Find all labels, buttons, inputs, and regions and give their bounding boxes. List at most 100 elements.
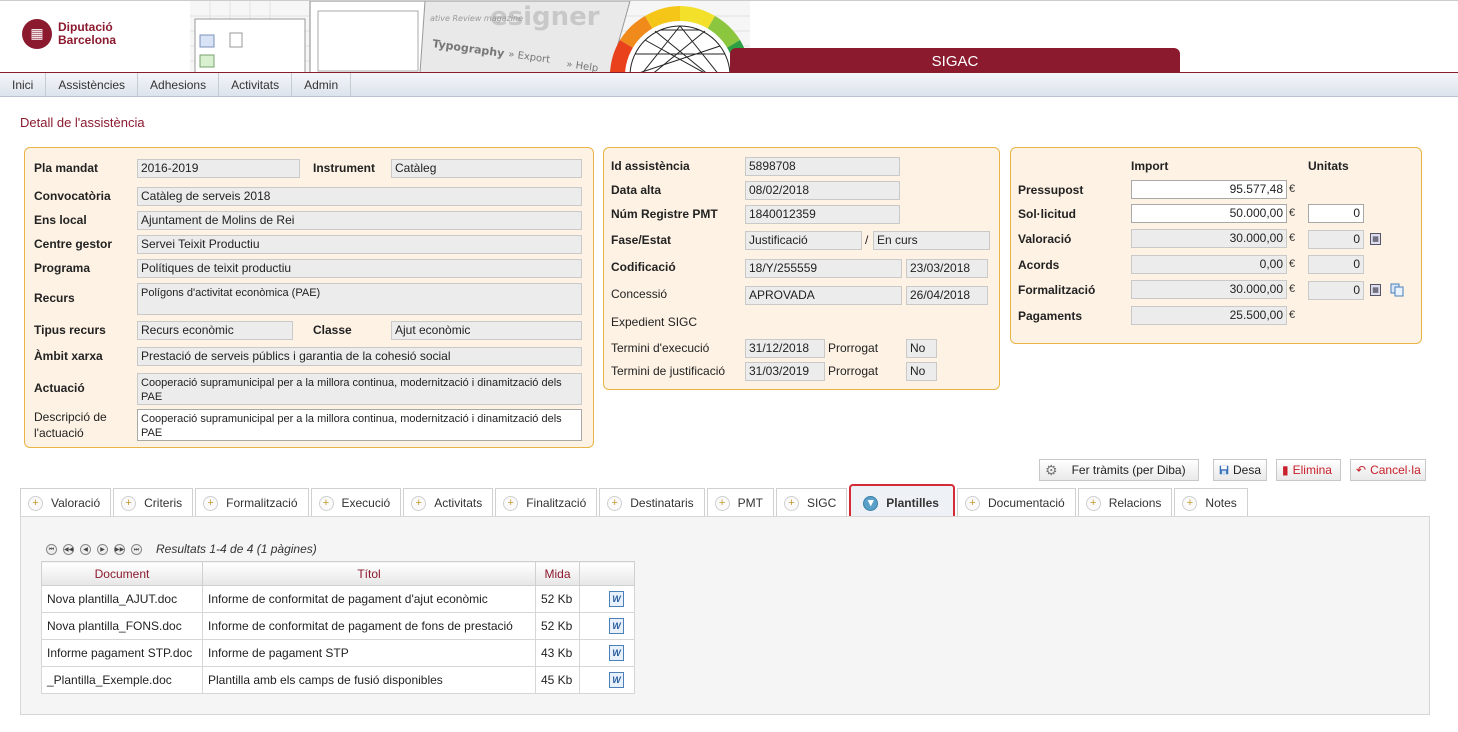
action-cell: W (579, 666, 635, 694)
concessio-field: APROVADA (745, 286, 902, 305)
delete-icon: ▮ (1282, 463, 1289, 477)
menu-item-adhesions[interactable]: Adhesions (138, 73, 220, 96)
termini-execucio-label: Termini d'execució (611, 341, 710, 355)
tab-destinataris[interactable]: + Destinataris (599, 488, 705, 517)
formalitzacio-unitats-field: 0 (1308, 281, 1364, 300)
valoracio-import-field: 30.000,00 (1131, 229, 1287, 248)
menu-item-admin[interactable]: Admin (292, 73, 352, 96)
menu-item-activitats[interactable]: Activitats (219, 73, 293, 96)
cancela-label: Cancel·la (1370, 463, 1421, 477)
word-document-icon[interactable]: W (609, 591, 624, 607)
titol-cell: Informe de conformitat de pagament de fo… (202, 612, 536, 640)
valoracio-calculator-icon[interactable]: ▦ (1370, 233, 1381, 245)
acords-import-field: 0,00 (1131, 255, 1287, 274)
ens-local-field: Ajuntament de Molins de Rei (137, 211, 582, 230)
logo-emblem-icon: ▦ (22, 19, 52, 49)
tab-finalitzacio[interactable]: + Finalització (495, 488, 598, 517)
prorrogat-execucio-field: No (906, 339, 937, 358)
elimina-label: Elimina (1292, 463, 1332, 477)
word-document-icon[interactable]: W (609, 618, 624, 634)
fase-field: Justificació (745, 231, 862, 250)
fer-tramits-button[interactable]: ⚙ Fer tràmits (per Diba) (1039, 459, 1199, 481)
document-cell: Nova plantilla_FONS.doc (41, 612, 203, 640)
deco-word-review: ative Review magazine (430, 14, 523, 23)
column-header-titol[interactable]: Títol (202, 561, 536, 586)
convocatoria-label: Convocatòria (34, 189, 111, 203)
column-header-mida[interactable]: Mida (535, 561, 580, 586)
termini-justificacio-label: Termini de justificació (611, 364, 726, 378)
plus-icon: + (203, 495, 219, 511)
sollicitud-label: Sol·licitud (1018, 207, 1076, 221)
convocatoria-field: Catàleg de serveis 2018 (137, 187, 582, 206)
diputacio-logo[interactable]: ▦ Diputació Barcelona (22, 19, 116, 49)
column-header-actions (579, 561, 635, 586)
sollicitud-import-input[interactable]: 50.000,00 (1131, 204, 1287, 223)
codificacio-date-field: 23/03/2018 (906, 259, 988, 278)
tab-label: PMT (737, 496, 763, 510)
id-assistencia-field: 5898708 (745, 157, 900, 176)
programa-label: Programa (34, 261, 91, 275)
pla-mandat-label: Pla mandat (34, 161, 99, 175)
plus-icon: + (121, 495, 137, 511)
first-page-icon[interactable]: ⏮ (46, 543, 57, 555)
pagaments-import-field: 25.500,00 (1131, 306, 1287, 325)
pressupost-label: Pressupost (1018, 183, 1084, 197)
collapse-icon: ▾ (863, 495, 879, 511)
formalitzacio-currency: € (1289, 283, 1296, 295)
recurs-label: Recurs (34, 291, 75, 305)
word-document-icon[interactable]: W (609, 645, 624, 661)
tab-notes[interactable]: + Notes (1174, 488, 1248, 517)
tab-criteris[interactable]: + Criteris (113, 488, 194, 517)
data-alta-field: 08/02/2018 (745, 181, 900, 200)
formalitzacio-import-field: 30.000,00 (1131, 280, 1287, 299)
action-cell: W (579, 639, 635, 667)
pagaments-currency: € (1289, 309, 1296, 321)
prorrogat-justificacio-label: Prorrogat (828, 364, 879, 378)
gear-icon: ⚙ (1045, 462, 1058, 478)
next-page-icon[interactable]: ▶ (97, 543, 108, 555)
header-decoration: esigner ative Review magazine Typography… (190, 1, 750, 73)
fast-forward-icon[interactable]: ▶▶ (114, 543, 125, 555)
prev-page-icon[interactable]: ◀ (80, 543, 91, 555)
tab-relacions[interactable]: + Relacions (1077, 488, 1173, 517)
plus-icon: + (1085, 495, 1101, 511)
menu-item-assistencies[interactable]: Assistències (46, 73, 139, 96)
page-title: Detall de l'assistència (20, 115, 145, 130)
num-registre-label: Núm Registre PMT (611, 207, 718, 221)
menu-item-inici[interactable]: Inici (0, 73, 47, 96)
last-page-icon[interactable]: ⏭ (131, 543, 142, 555)
word-document-icon[interactable]: W (609, 672, 624, 688)
classe-field: Ajut econòmic (391, 321, 582, 340)
sollicitud-unitats-input[interactable]: 0 (1308, 204, 1364, 223)
formalitzacio-copy-icon[interactable] (1390, 283, 1404, 297)
tab-label: Finalització (526, 496, 587, 510)
column-header-document[interactable]: Document (41, 561, 203, 586)
descripcio-label-line-2: l'actuació (34, 426, 84, 440)
elimina-button[interactable]: ▮ Elimina (1276, 459, 1341, 481)
tab-activitats[interactable]: + Activitats (403, 488, 494, 517)
termini-justificacio-field: 31/03/2019 (745, 362, 825, 381)
ens-local-label: Ens local (34, 213, 87, 227)
actuacio-field: Cooperació supramunicipal per a la millo… (137, 373, 582, 405)
centre-gestor-field: Servei Teixit Productiu (137, 235, 582, 254)
descripcio-label-line-1: Descripció de (34, 410, 107, 424)
tab-formalitzacio[interactable]: + Formalització (195, 488, 309, 517)
tab-pmt[interactable]: + PMT (706, 488, 774, 517)
formalitzacio-calculator-icon[interactable]: ▦ (1370, 284, 1381, 296)
classe-label: Classe (313, 323, 352, 337)
tab-valoracio[interactable]: + Valoració (20, 488, 112, 517)
valoracio-label: Valoració (1018, 232, 1072, 246)
tab-documentacio[interactable]: + Documentació (956, 488, 1076, 517)
cancela-button[interactable]: ↶ Cancel·la (1350, 459, 1426, 481)
actuacio-label: Actuació (34, 381, 85, 395)
codificacio-field: 18/Y/255559 (745, 259, 902, 278)
tab-sigc[interactable]: + SIGC (775, 488, 848, 517)
brand-line-2: Barcelona (58, 33, 117, 47)
descripcio-textarea[interactable]: Cooperació supramunicipal per a la millo… (137, 409, 582, 441)
fast-back-icon[interactable]: ◀◀ (63, 543, 74, 555)
valoracio-unitats-field: 0 (1308, 230, 1364, 249)
desa-button[interactable]: Desa (1213, 459, 1267, 481)
tab-execucio[interactable]: + Execució (310, 488, 402, 517)
fase-estat-separator: / (865, 233, 869, 247)
pressupost-import-input[interactable]: 95.577,48 (1131, 180, 1287, 199)
